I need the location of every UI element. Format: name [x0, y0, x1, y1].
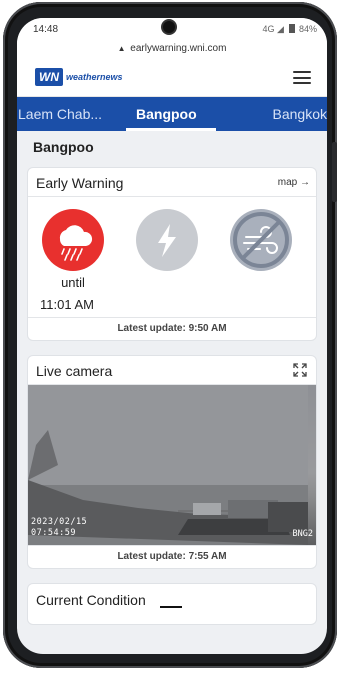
location-tabs: Laem Chab... Bangpoo Bangkok	[17, 97, 327, 131]
signal-label: 4G	[262, 24, 275, 34]
camera-image[interactable]: 2023/02/15 07:54:59 BNG2	[28, 385, 316, 545]
tab-laem-chabang[interactable]: Laem Chab...	[18, 97, 102, 131]
camera-time: 07:54:59	[31, 528, 76, 538]
warning-icons: until 11:01 AM	[28, 197, 316, 317]
main-content: Bangpoo Early Warning map → until 11:01 …	[17, 131, 327, 625]
battery-percent: 84%	[298, 24, 317, 34]
tab-bangkok[interactable]: Bangkok	[273, 97, 327, 131]
phone-frame: 14:48 4G ◢ 84% ▲ earlywarning.wni.com WN…	[3, 2, 337, 668]
current-condition-card: Current Condition	[27, 583, 317, 625]
wind-disabled-icon[interactable]	[230, 209, 292, 271]
map-link[interactable]: map →	[278, 177, 310, 188]
url-site-icon: ▲	[117, 44, 126, 53]
signal-icon: ◢	[277, 24, 284, 34]
active-tab-indicator	[126, 128, 216, 131]
logo-mark: WN	[35, 68, 63, 86]
current-condition-underline	[160, 606, 182, 608]
heavy-rain-icon[interactable]	[42, 209, 104, 271]
phone-side-button	[332, 142, 337, 202]
camera-timestamp: 2023/02/15 07:54:59	[31, 517, 87, 539]
status-bar: 14:48 4G ◢ 84%	[17, 18, 327, 42]
tab-bangpoo[interactable]: Bangpoo	[136, 97, 197, 131]
logo-text: weathernews	[66, 72, 123, 82]
early-warning-title: Early Warning	[36, 175, 124, 191]
page-title: Bangpoo	[33, 139, 94, 155]
hamburger-menu-icon[interactable]	[293, 71, 311, 84]
early-warning-header: Early Warning map →	[28, 168, 316, 197]
phone-screen: 14:48 4G ◢ 84% ▲ earlywarning.wni.com WN…	[17, 18, 327, 654]
camera-id: BNG2	[292, 529, 313, 539]
camera-date: 2023/02/15	[31, 517, 88, 527]
live-camera-title: Live camera	[36, 363, 113, 379]
app-header: WN weathernews	[17, 58, 327, 97]
live-camera-card: Live camera 2023/02/15 07:54:59 BNG2 Lat…	[27, 355, 317, 569]
until-time: 11:01 AM	[40, 297, 94, 312]
lightning-icon[interactable]	[136, 209, 198, 271]
early-warning-latest-update: Latest update: 9:50 AM	[28, 317, 316, 340]
until-label: until	[61, 275, 85, 290]
url-text: earlywarning.wni.com	[130, 43, 227, 54]
status-right: 4G ◢ 84%	[262, 24, 317, 35]
front-camera	[163, 21, 175, 33]
weathernews-logo[interactable]: WN weathernews	[35, 68, 123, 86]
current-condition-title: Current Condition	[36, 592, 146, 608]
live-camera-latest-update: Latest update: 7:55 AM	[28, 545, 316, 568]
url-bar[interactable]: ▲ earlywarning.wni.com	[17, 42, 327, 58]
status-time: 14:48	[33, 24, 59, 35]
expand-icon[interactable]	[292, 362, 308, 378]
battery-icon	[289, 24, 296, 33]
early-warning-card: Early Warning map → until 11:01 AM Lates…	[27, 167, 317, 341]
live-camera-header: Live camera	[28, 356, 316, 385]
